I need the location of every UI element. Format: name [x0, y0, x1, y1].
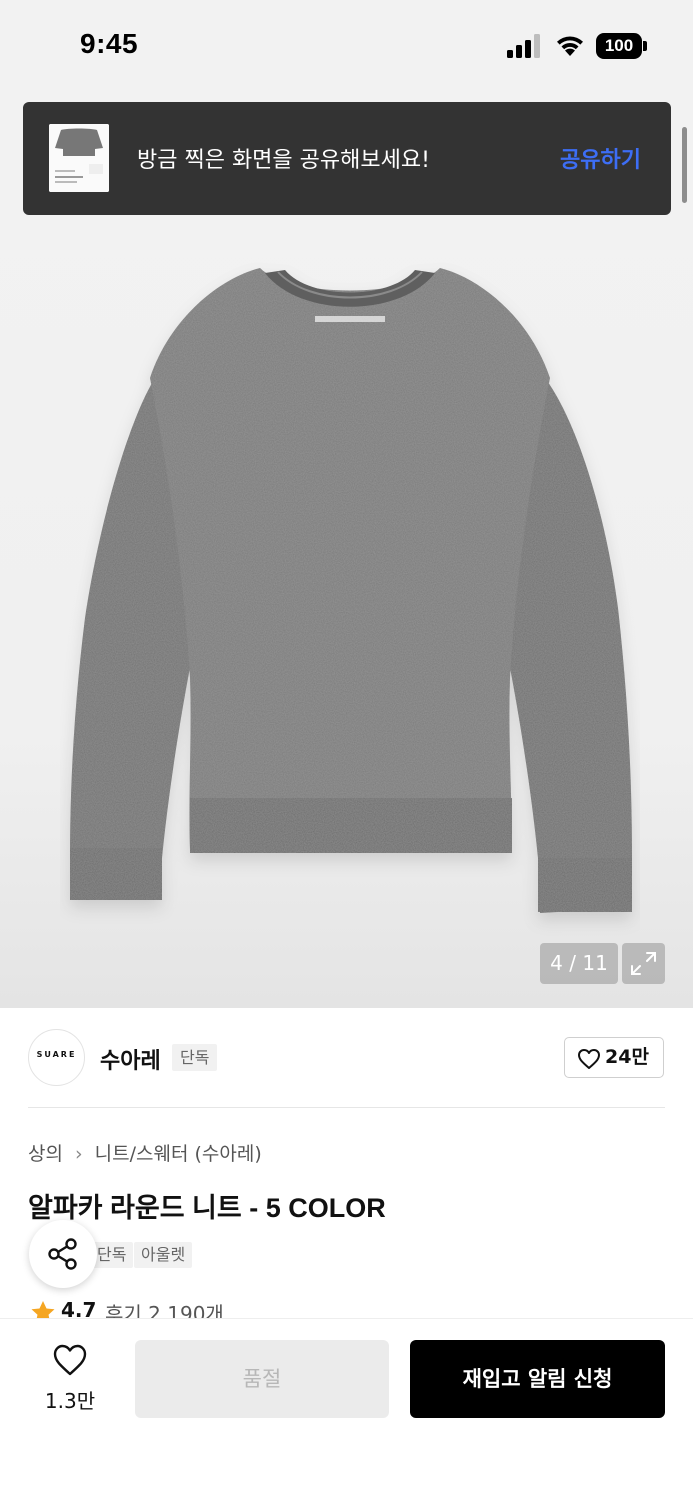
brand-logo-text: SUARE [36, 1050, 77, 1059]
share-now-button[interactable]: 공유하기 [560, 142, 641, 174]
chevron-right-icon: › [75, 1143, 83, 1165]
scroll-indicator[interactable] [682, 127, 687, 203]
star-icon [31, 1301, 55, 1320]
heart-outline-icon [578, 1049, 600, 1069]
wishlist-count: 1.3만 [44, 1389, 96, 1413]
battery-indicator: 100 [596, 33, 648, 59]
status-bar: 9:45 100 [0, 0, 693, 92]
expand-image-button[interactable] [622, 943, 665, 984]
divider [28, 1107, 665, 1108]
share-toast: 방금 찍은 화면을 공유해보세요! 공유하기 [23, 102, 671, 215]
toast-message: 방금 찍은 화면을 공유해보세요! [137, 148, 430, 173]
breadcrumb-item-category[interactable]: 상의 [28, 1139, 63, 1166]
brand-logo[interactable]: SUARE [28, 1029, 85, 1086]
expand-icon [631, 952, 656, 975]
share-icon [48, 1238, 77, 1270]
breadcrumb: 상의 › 니트/스웨터 (수아레) [28, 1139, 262, 1166]
exclusive-badge: 단독 [172, 1044, 218, 1071]
image-counter: 4 / 11 [540, 943, 618, 984]
status-time: 9:45 [80, 28, 139, 59]
product-photo-sweater [70, 268, 632, 913]
battery-level: 100 [604, 36, 634, 55]
brand-like-count: 24만 [605, 1046, 649, 1068]
rating-row[interactable]: 4.7 후기 2,190개 [30, 1298, 290, 1320]
restock-alert-button[interactable]: 재입고 알림 신청 [410, 1340, 665, 1418]
brand-name[interactable]: 수아레 [100, 1043, 161, 1075]
soldout-button: 품절 [135, 1340, 389, 1418]
brand-like-button[interactable]: 24만 [564, 1037, 664, 1078]
share-button[interactable] [29, 1220, 97, 1288]
cellular-signal-icon [507, 34, 540, 58]
wifi-icon [557, 36, 583, 56]
review-count[interactable]: 후기 2,190개 [105, 1298, 224, 1320]
tag-outlet: 아울렛 [134, 1242, 193, 1268]
product-title: 알파카 라운드 니트 - 5 COLOR [28, 1193, 386, 1223]
heart-outline-icon [53, 1344, 87, 1376]
rating-score: 4.7 [61, 1298, 97, 1320]
screenshot-thumbnail [49, 124, 109, 192]
wishlist-button[interactable]: 1.3만 [30, 1343, 110, 1413]
breadcrumb-item-subcategory[interactable]: 니트/스웨터 (수아레) [95, 1139, 262, 1166]
